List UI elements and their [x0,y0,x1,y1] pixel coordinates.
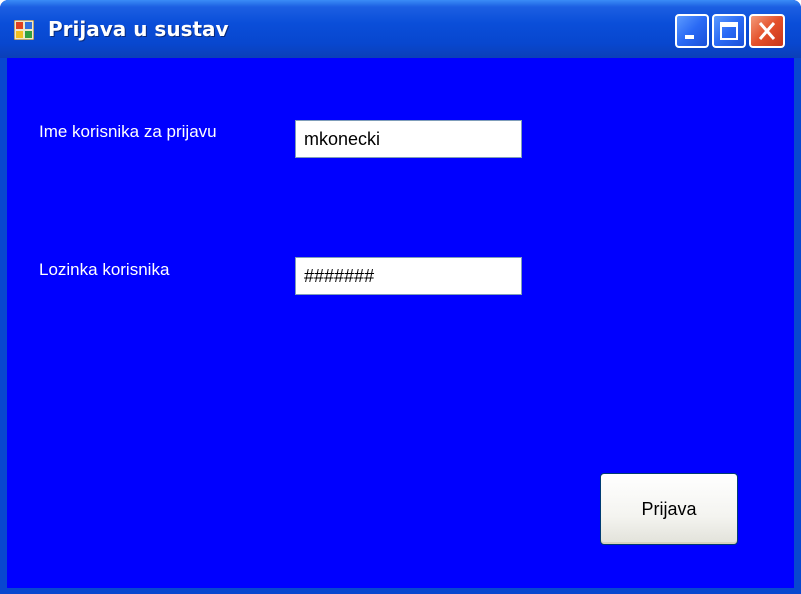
title-bar[interactable]: Prijava u sustav [0,0,801,58]
minimize-icon [685,35,694,39]
login-window: Prijava u sustav Ime korisnika za prijav… [0,0,801,594]
app-form-icon[interactable] [13,19,35,41]
login-button[interactable]: Prijava [600,473,738,545]
password-label: Lozinka korisnika [39,260,170,279]
close-button[interactable] [749,14,785,48]
username-field[interactable] [295,120,522,158]
maximize-button[interactable] [712,14,746,48]
username-label: Ime korisnika za prijavu [39,122,217,141]
maximize-icon [720,22,738,40]
close-icon [758,22,776,40]
form-client-area: Ime korisnika za prijavu Lozinka korisni… [7,58,794,588]
window-frame-bottom [0,588,801,594]
minimize-button[interactable] [675,14,709,48]
password-field[interactable] [295,257,522,295]
window-frame-left [0,58,7,594]
window-frame-right [794,58,801,594]
window-title: Prijava u sustav [48,17,229,41]
